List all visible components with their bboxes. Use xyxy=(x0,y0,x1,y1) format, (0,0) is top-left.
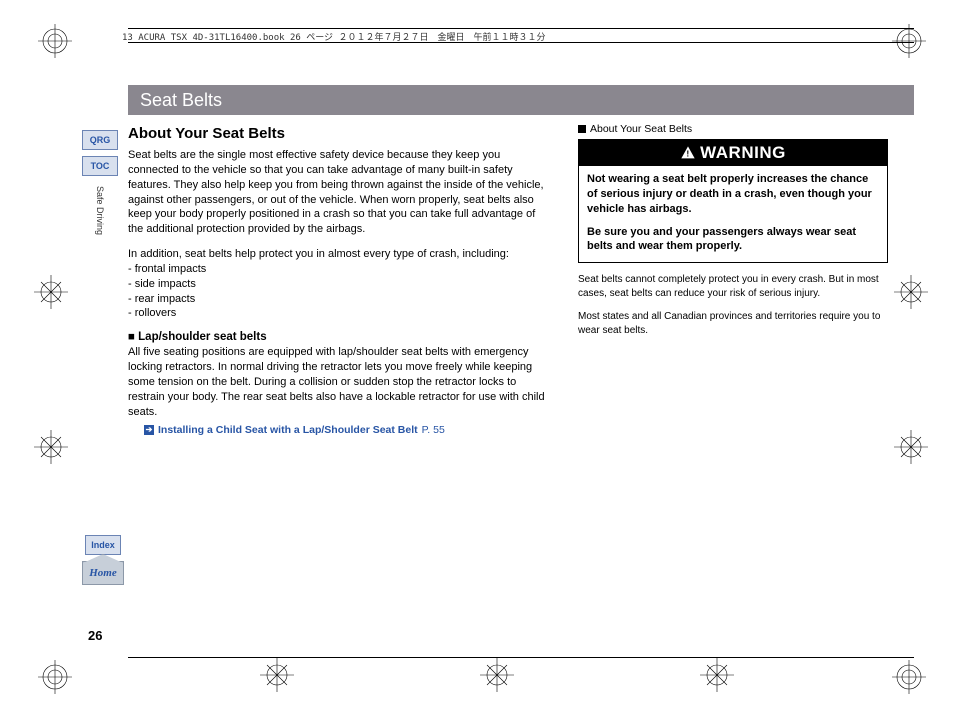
cross-reference-link[interactable]: ➔ Installing a Child Seat with a Lap/Sho… xyxy=(144,424,548,436)
warning-heading: ! WARNING xyxy=(579,140,887,166)
warning-triangle-icon: ! xyxy=(680,145,696,161)
section-title: About Your Seat Belts xyxy=(128,125,548,142)
cross-reference-page: P. 55 xyxy=(422,424,445,436)
section-header-title: Seat Belts xyxy=(140,90,222,111)
side-note: Seat belts cannot completely protect you… xyxy=(578,273,888,300)
list-item: - side impacts xyxy=(128,277,548,292)
qrg-button[interactable]: QRG xyxy=(82,130,118,150)
page-number: 26 xyxy=(88,628,102,643)
meta-line: 13 ACURA TSX 4D-31TL16400.book 26 ページ ２０… xyxy=(122,30,545,43)
warning-body: Not wearing a seat belt properly increas… xyxy=(579,166,887,262)
registration-mark-icon xyxy=(892,24,926,58)
registration-mark-icon xyxy=(892,660,926,694)
index-area: Index Home xyxy=(82,535,124,585)
left-column: About Your Seat Belts Seat belts are the… xyxy=(128,123,548,436)
margin-note-title: About Your Seat Belts xyxy=(578,123,888,135)
crosshair-icon xyxy=(700,658,734,692)
subheading: Lap/shoulder seat belts xyxy=(128,331,548,343)
crosshair-icon xyxy=(480,658,514,692)
list-item: - frontal impacts xyxy=(128,262,548,277)
registration-mark-icon xyxy=(38,660,72,694)
warning-paragraph: Be sure you and your passengers always w… xyxy=(587,225,879,255)
sidebar: QRG TOC Safe Driving xyxy=(82,130,118,235)
list-item: - rollovers xyxy=(128,306,548,321)
link-arrow-icon: ➔ xyxy=(144,425,154,435)
index-button[interactable]: Index xyxy=(85,535,121,555)
top-rule xyxy=(128,28,914,29)
paragraph: In addition, seat belts help protect you… xyxy=(128,247,548,262)
warning-paragraph: Not wearing a seat belt properly increas… xyxy=(587,172,879,217)
svg-text:!: ! xyxy=(687,148,690,158)
chapter-label: Safe Driving xyxy=(95,186,105,235)
cross-reference-label: Installing a Child Seat with a Lap/Shoul… xyxy=(158,424,418,436)
paragraph: All five seating positions are equipped … xyxy=(128,345,548,419)
side-note: Most states and all Canadian provinces a… xyxy=(578,310,888,337)
section-header: Seat Belts xyxy=(128,85,914,115)
paragraph: Seat belts are the single most effective… xyxy=(128,148,548,237)
toc-button[interactable]: TOC xyxy=(82,156,118,176)
warning-box: ! WARNING Not wearing a seat belt proper… xyxy=(578,139,888,263)
impacts-list: - frontal impacts - side impacts - rear … xyxy=(128,262,548,321)
page: 13 ACURA TSX 4D-31TL16400.book 26 ページ ２０… xyxy=(0,0,954,718)
home-button[interactable]: Home xyxy=(82,561,124,585)
chevron-icon xyxy=(578,125,586,133)
warning-title: WARNING xyxy=(700,143,786,163)
crosshair-icon xyxy=(34,430,68,464)
bottom-rule xyxy=(128,657,914,658)
crosshair-icon xyxy=(34,275,68,309)
registration-mark-icon xyxy=(38,24,72,58)
right-column: About Your Seat Belts ! WARNING Not wear… xyxy=(578,123,888,436)
main-content: Seat Belts About Your Seat Belts Seat be… xyxy=(128,85,914,638)
margin-note-text: About Your Seat Belts xyxy=(590,123,692,135)
crosshair-icon xyxy=(260,658,294,692)
list-item: - rear impacts xyxy=(128,292,548,307)
